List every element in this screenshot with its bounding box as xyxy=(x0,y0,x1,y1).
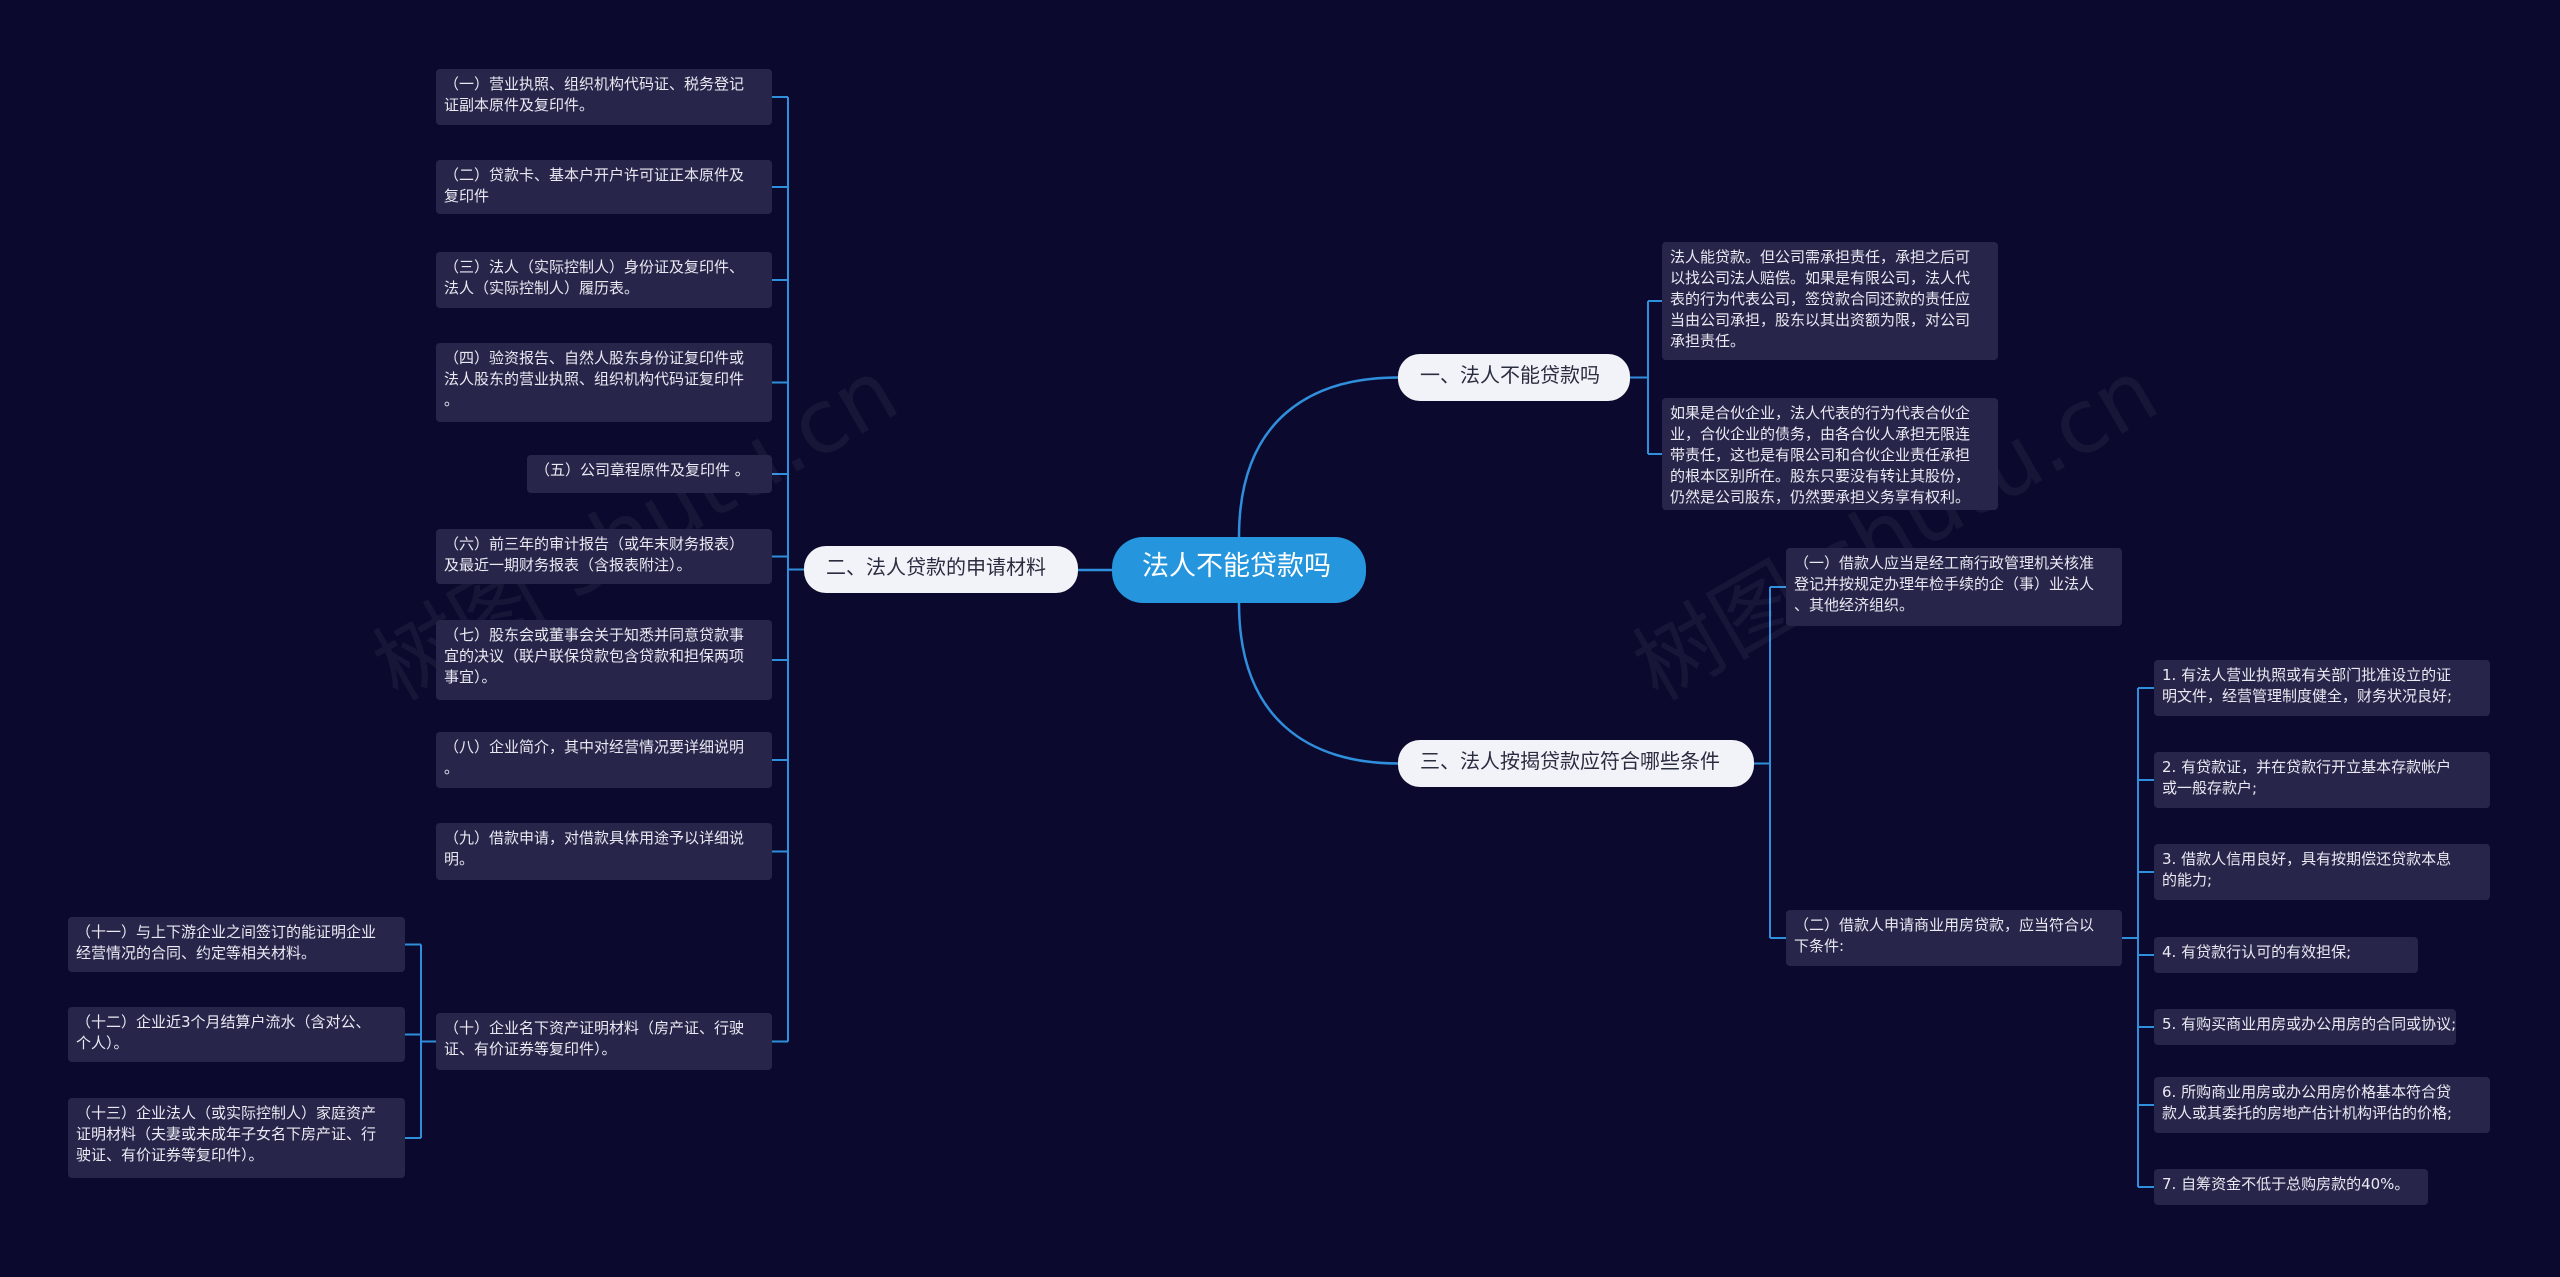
leaf-topic[interactable]: （三）法人（实际控制人）身份证及复印件、 法人（实际控制人）履历表。 xyxy=(436,252,772,308)
leaf-topic[interactable]: （一）借款人应当是经工商行政管理机关核准 登记并按规定办理年检手续的企（事）业法人… xyxy=(1786,548,2122,626)
connector-line xyxy=(1237,602,1399,765)
leaf-topic[interactable]: （六）前三年的审计报告（或年末财务报表） 及最近一期财务报表（含报表附注）。 xyxy=(436,529,772,584)
branch-topic-3[interactable]: 三、法人按揭贷款应符合哪些条件 xyxy=(1398,740,1754,787)
leaf-topic[interactable]: （二）贷款卡、基本户开户许可证正本原件及 复印件 xyxy=(436,160,772,214)
leaf-topic[interactable]: 如果是合伙企业，法人代表的行为代表合伙企 业，合伙企业的债务，由各合伙人承担无限连… xyxy=(1662,398,1998,510)
leaf-topic[interactable]: （一）营业执照、组织机构代码证、税务登记 证副本原件及复印件。 xyxy=(436,69,772,125)
leaf-topic[interactable]: （七）股东会或董事会关于知悉并同意贷款事 宜的决议（联户联保贷款包含贷款和担保两项… xyxy=(436,620,772,700)
leaf-topic[interactable]: （四）验资报告、自然人股东身份证复印件或 法人股东的营业执照、组织机构代码证复印件… xyxy=(436,343,772,422)
subleaf-topic[interactable]: 1. 有法人营业执照或有关部门批准设立的证 明文件，经营管理制度健全，财务状况良好… xyxy=(2154,660,2490,716)
subleaf-topic[interactable]: 2. 有贷款证，并在贷款行开立基本存款帐户 或一般存款户; xyxy=(2154,752,2490,808)
connector-line xyxy=(1237,376,1399,538)
leaf-topic[interactable]: （五）公司章程原件及复印件 。 xyxy=(527,455,772,493)
subleaf-topic[interactable]: 3. 借款人信用良好，具有按期偿还贷款本息 的能力; xyxy=(2154,844,2490,900)
leaf-topic[interactable]: （二）借款人申请商业用房贷款，应当符合以 下条件: xyxy=(1786,910,2122,966)
subleaf-topic[interactable]: （十一）与上下游企业之间签订的能证明企业 经营情况的合同、约定等相关材料。 xyxy=(68,917,405,972)
leaf-topic[interactable]: （八）企业简介，其中对经营情况要详细说明。 xyxy=(436,732,772,788)
subleaf-topic[interactable]: 4. 有贷款行认可的有效担保; xyxy=(2154,937,2418,973)
leaf-topic[interactable]: （十）企业名下资产证明材料（房产证、行驶 证、有价证券等复印件）。 xyxy=(436,1013,772,1070)
leaf-topic[interactable]: 法人能贷款。但公司需承担责任，承担之后可 以找公司法人赔偿。如果是有限公司，法人代… xyxy=(1662,242,1998,360)
root-topic[interactable]: 法人不能贷款吗 xyxy=(1112,537,1366,603)
subleaf-topic[interactable]: （十三）企业法人（或实际控制人）家庭资产 证明材料（夫妻或未成年子女名下房产证、行… xyxy=(68,1098,405,1178)
subleaf-topic[interactable]: 6. 所购商业用房或办公用房价格基本符合贷 款人或其委托的房地产估计机构评估的价格… xyxy=(2154,1077,2490,1133)
branch-topic-1[interactable]: 一、法人不能贷款吗 xyxy=(1398,354,1630,401)
branch-topic-2[interactable]: 二、法人贷款的申请材料 xyxy=(804,546,1078,593)
leaf-topic[interactable]: （九）借款申请，对借款具体用途予以详细说 明。 xyxy=(436,823,772,880)
subleaf-topic[interactable]: （十二）企业近3个月结算户流水（含对公、 个人）。 xyxy=(68,1007,405,1062)
subleaf-topic[interactable]: 7. 自筹资金不低于总购房款的40%。 xyxy=(2154,1169,2428,1205)
subleaf-topic[interactable]: 5. 有购买商业用房或办公用房的合同或协议; xyxy=(2154,1009,2456,1045)
